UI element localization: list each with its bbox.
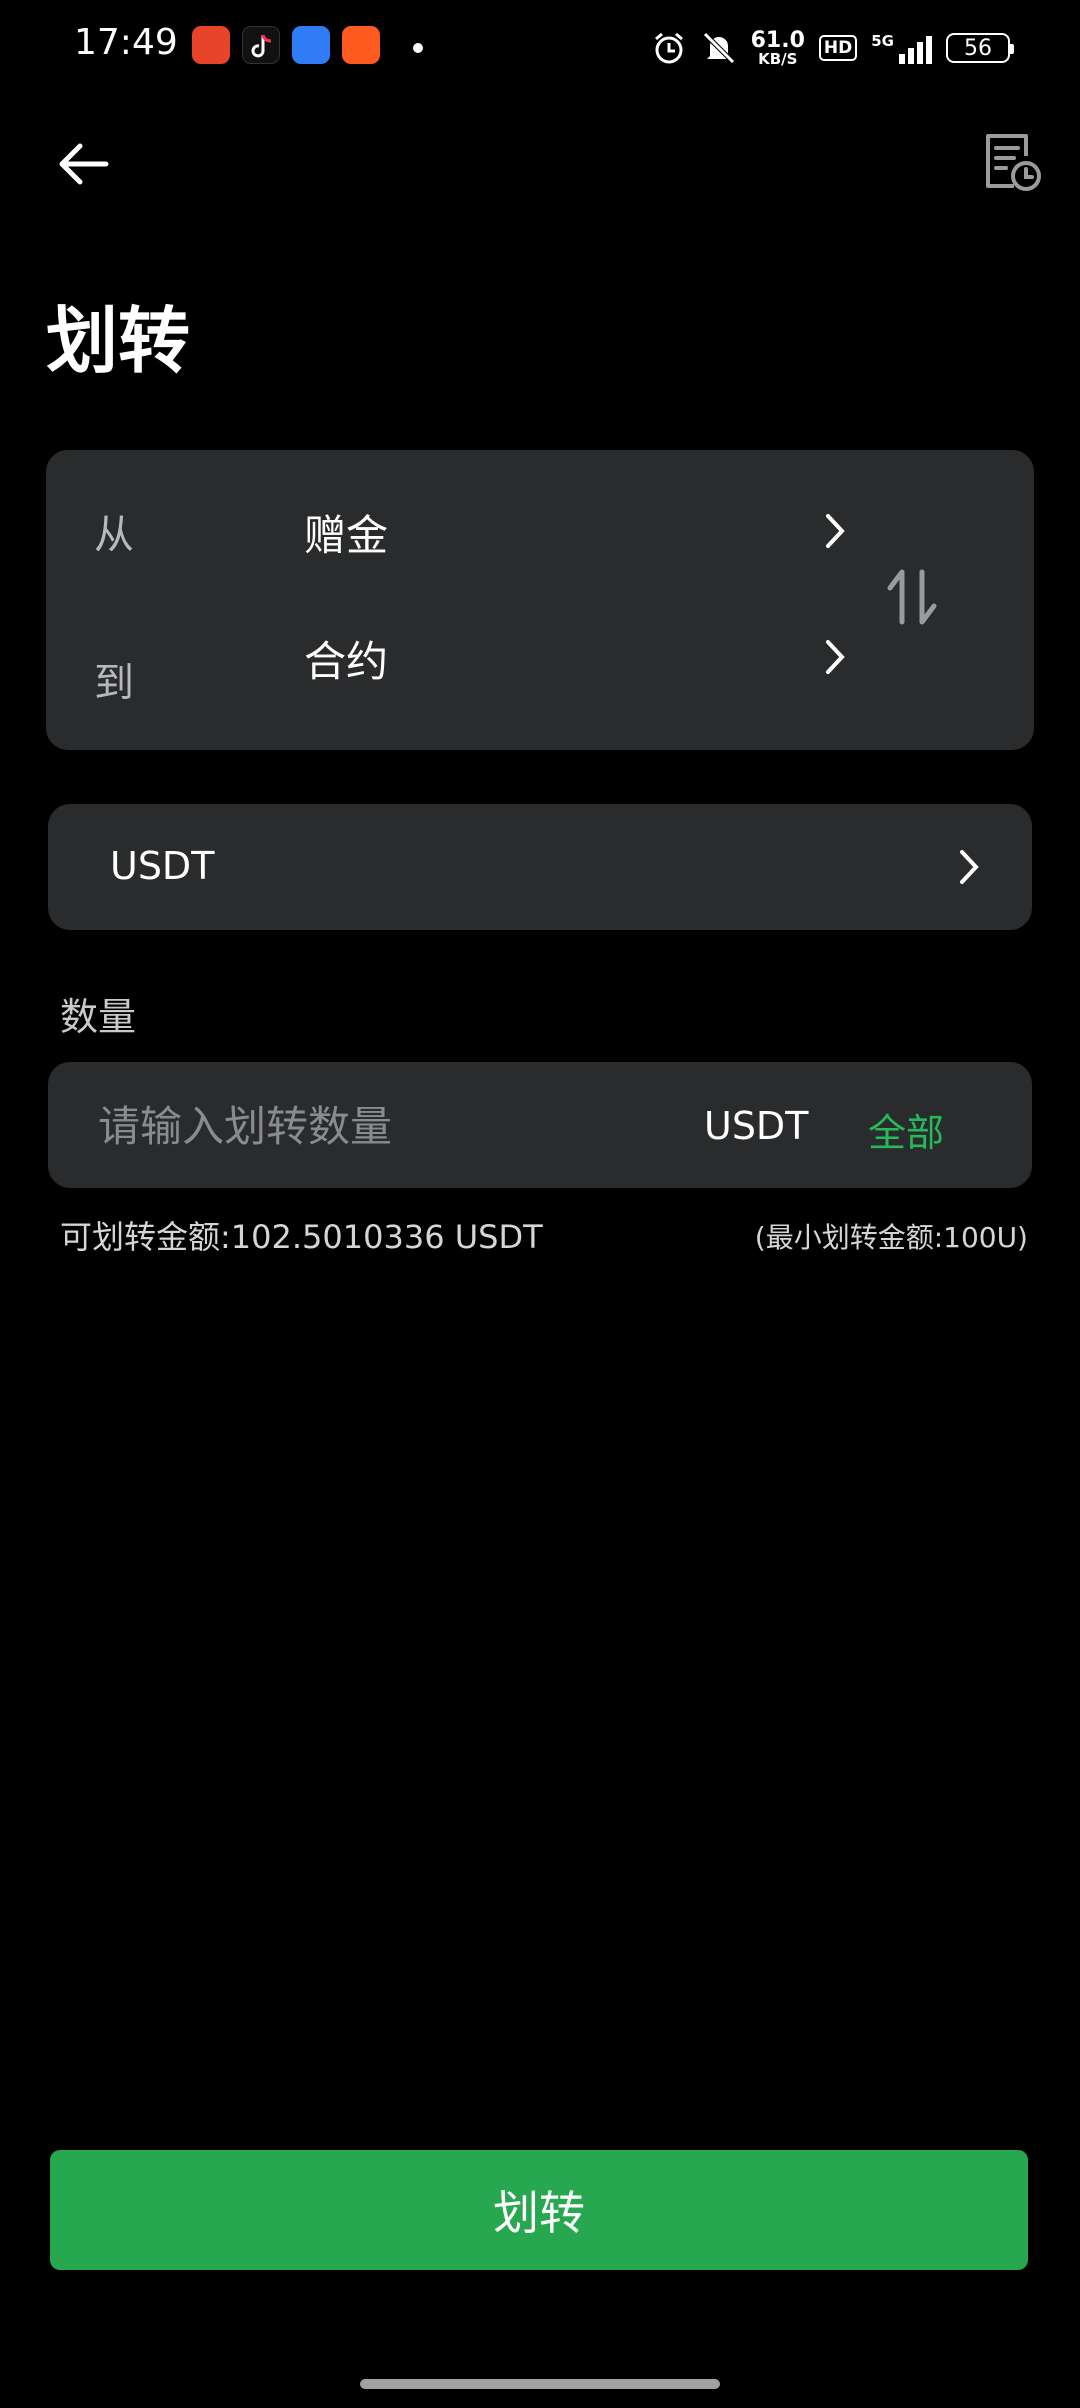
app-notification-icon	[192, 26, 230, 64]
mute-bell-icon	[702, 32, 735, 64]
to-account-value: 合约	[304, 637, 389, 686]
quantity-input[interactable]	[96, 1090, 700, 1162]
chevron-right-icon	[826, 640, 845, 674]
currency-value: USDT	[110, 844, 215, 888]
available-amount: 可划转金额:102.5010336 USDT	[60, 1218, 543, 1256]
clock: 17:49	[74, 22, 178, 63]
transfer-account-card: 从 赠金 到 合约	[46, 450, 1034, 750]
transfer-submit-button[interactable]: 划转	[50, 2150, 1028, 2270]
swap-direction-button[interactable]	[882, 562, 942, 632]
from-account-value: 赠金	[304, 511, 389, 560]
more-notifications-dot	[413, 43, 423, 53]
quantity-unit: USDT	[704, 1104, 809, 1148]
page-title: 划转	[46, 299, 191, 383]
to-label: 到	[94, 660, 134, 706]
net-speed: 61.0 KB/S	[750, 27, 805, 68]
quantity-label: 数量	[60, 995, 137, 1039]
back-button[interactable]	[52, 132, 116, 196]
home-indicator[interactable]	[360, 2379, 720, 2389]
arrow-left-icon	[59, 143, 109, 185]
minimum-amount: (最小划转金额:100U)	[754, 1221, 1028, 1254]
transfer-history-button[interactable]	[980, 130, 1044, 194]
swap-arrows-icon	[887, 569, 937, 625]
chevron-right-icon	[960, 850, 979, 884]
browser-icon	[292, 26, 330, 64]
battery-icon: 56	[946, 33, 1014, 63]
currency-select[interactable]: USDT	[48, 804, 1032, 930]
quantity-input-container: USDT 全部	[48, 1062, 1032, 1188]
signal-icon: 5G	[871, 32, 932, 64]
hd-badge: HD	[818, 35, 858, 61]
tiktok-icon	[242, 26, 280, 64]
all-amount-button[interactable]: 全部	[868, 1102, 944, 1157]
history-record-icon	[986, 134, 1041, 191]
system-icons: 61.0 KB/S HD 5G 56	[651, 22, 1014, 74]
chevron-right-icon	[826, 514, 845, 548]
kuaishou-icon	[342, 26, 380, 64]
status-bar: 17:49 61.0 KB/S HD 5G 56	[0, 0, 1080, 100]
notification-icons	[192, 26, 380, 64]
from-label: 从	[94, 512, 134, 558]
to-account-select[interactable]: 合约	[256, 616, 856, 696]
from-account-select[interactable]: 赠金	[256, 490, 856, 570]
alarm-icon	[654, 32, 683, 64]
